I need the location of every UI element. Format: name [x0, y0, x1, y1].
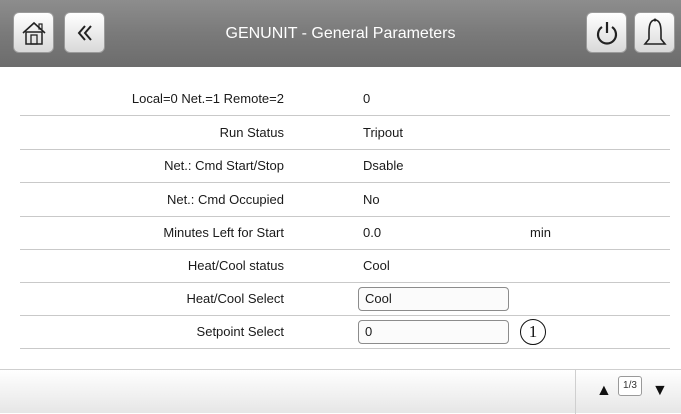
- table-row: Net.: Cmd Occupied No: [20, 184, 670, 217]
- table-row: Local=0 Net.=1 Remote=2 0: [20, 83, 670, 116]
- triangle-up-icon[interactable]: ▲: [596, 382, 612, 400]
- row-value: Dsable: [363, 158, 404, 173]
- row-label: Setpoint Select: [196, 324, 284, 339]
- row-value: Cool: [363, 258, 390, 273]
- power-icon: [596, 21, 617, 45]
- table-row: Net.: Cmd Start/Stop Dsable: [20, 150, 670, 183]
- alarm-button[interactable]: [634, 12, 675, 53]
- triangle-down-icon[interactable]: ▼: [652, 382, 668, 400]
- table-row: Setpoint Select 0 1: [20, 316, 670, 349]
- parameters-table: Local=0 Net.=1 Remote=2 0 Run Status Tri…: [0, 67, 681, 369]
- table-row: Heat/Cool status Cool: [20, 250, 670, 283]
- title-bar: GENUNIT - General Parameters: [0, 0, 681, 67]
- page-indicator: 1/3: [618, 376, 642, 396]
- callout-marker: 1: [520, 319, 546, 345]
- row-label: Heat/Cool status: [187, 258, 284, 273]
- row-label: Heat/Cool Select: [186, 291, 284, 306]
- heat-cool-select-field[interactable]: Cool: [358, 287, 509, 311]
- row-label: Local=0 Net.=1 Remote=2: [131, 91, 284, 106]
- power-button[interactable]: [586, 12, 627, 53]
- row-value: Tripout: [363, 125, 403, 140]
- footer-bar: ▲ 1/3 ▼: [0, 369, 681, 414]
- row-label: Run Status: [219, 125, 284, 140]
- table-row: Heat/Cool Select Cool: [20, 283, 670, 316]
- row-value: No: [363, 192, 380, 207]
- row-label: Net.: Cmd Occupied: [166, 192, 284, 207]
- row-unit: min: [530, 225, 551, 240]
- pager: ▲ 1/3 ▼: [575, 370, 681, 414]
- bell-icon: [642, 18, 667, 45]
- row-label: Minutes Left for Start: [163, 225, 284, 240]
- table-row: Run Status Tripout: [20, 117, 670, 150]
- setpoint-select-field[interactable]: 0: [358, 320, 509, 344]
- row-value: 0.0: [363, 225, 382, 240]
- table-row: Minutes Left for Start 0.0 min: [20, 217, 670, 250]
- page-title: GENUNIT - General Parameters: [225, 25, 456, 42]
- row-value: 0: [363, 91, 371, 106]
- row-label: Net.: Cmd Start/Stop: [164, 158, 284, 173]
